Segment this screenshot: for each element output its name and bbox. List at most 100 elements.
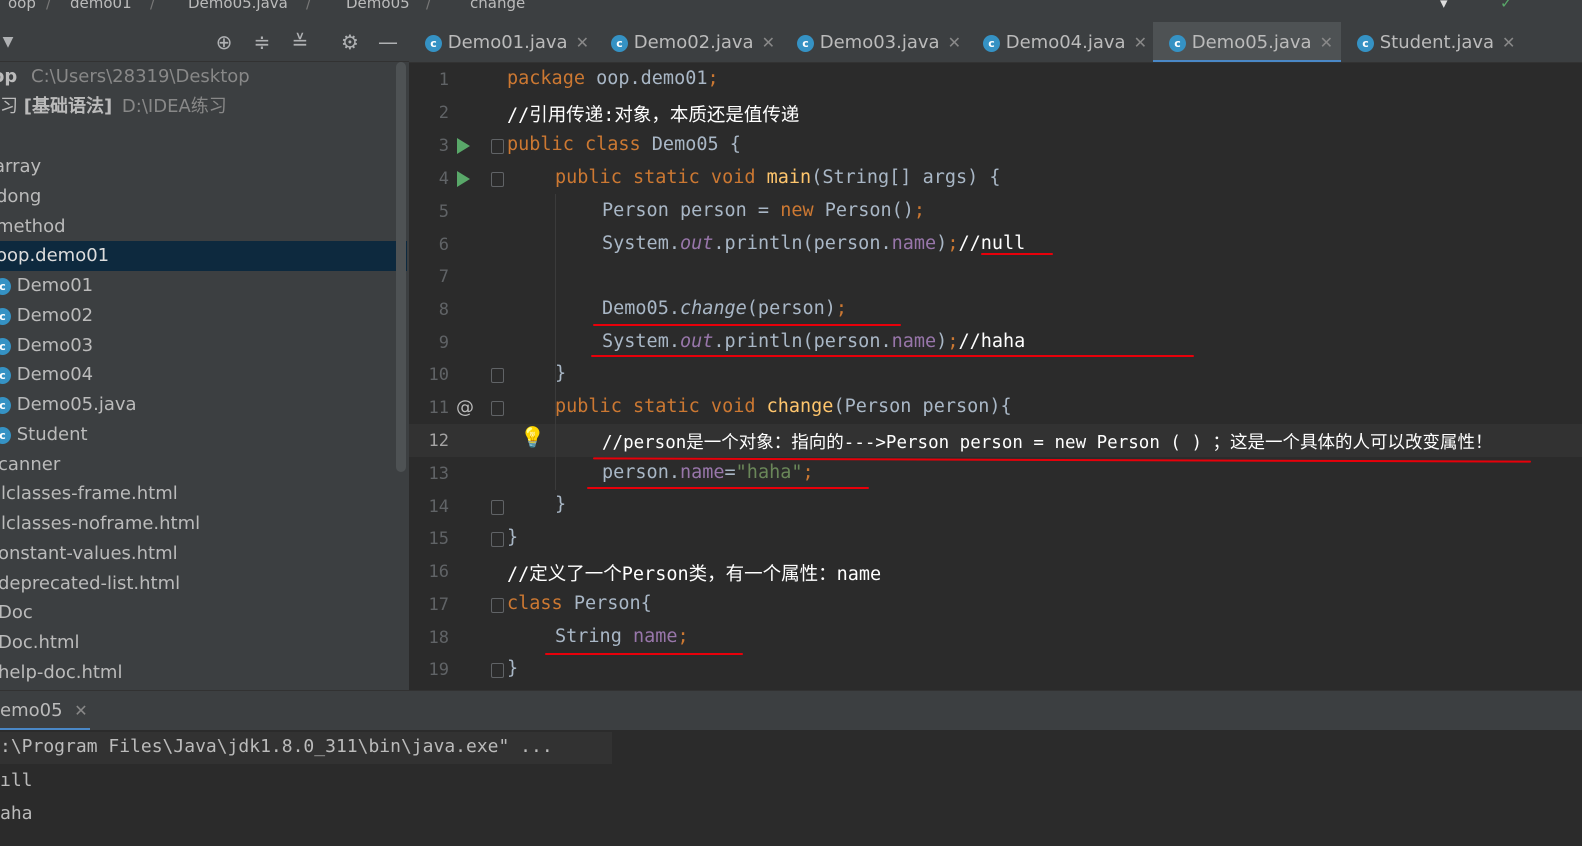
lightbulb-icon[interactable]: 💡 [520, 425, 545, 449]
tree-item-label: deprecated-list.html [0, 573, 181, 594]
minimize-icon[interactable]: — [376, 30, 400, 54]
tab-demo01[interactable]: c Demo01.java ✕ [409, 22, 595, 62]
chevron-down-icon[interactable]: ▼ [0, 30, 20, 54]
code-text: (String[] args) { [811, 167, 1001, 188]
code-text: ) [936, 233, 948, 254]
breadcrumb-item-class[interactable]: Demo05 [346, 0, 410, 12]
indent-guide [555, 424, 556, 490]
class-icon: c [797, 34, 814, 52]
tree-item[interactable]: array [0, 152, 407, 182]
run-icon[interactable] [457, 138, 470, 154]
tree-item[interactable]: help-doc.html [0, 658, 407, 688]
fold-icon[interactable] [491, 172, 504, 187]
build-icon[interactable]: ✓ [1500, 0, 1513, 12]
code-text: person. [602, 462, 680, 483]
run-panel-tabs: emo05 ✕ [0, 690, 1582, 731]
fold-icon[interactable] [491, 500, 504, 515]
tab-student[interactable]: c Student.java ✕ [1341, 22, 1527, 62]
line-number: 3 [438, 136, 449, 156]
code-line-6: System.out.println(person.name);//null [602, 233, 1025, 254]
close-icon[interactable]: ✕ [1320, 33, 1333, 52]
tree-item[interactable]: llclasses-noframe.html [0, 509, 407, 539]
keyword: public static void [555, 396, 756, 417]
tab-demo05[interactable]: c Demo05.java ✕ [1153, 22, 1341, 62]
fold-icon[interactable] [491, 598, 504, 613]
breadcrumb-item-method[interactable]: change [470, 0, 525, 12]
breadcrumb-item-file[interactable]: Demo05.java [188, 0, 288, 12]
fold-icon[interactable] [491, 368, 504, 383]
run-icon[interactable] [457, 171, 470, 187]
close-icon[interactable]: ✕ [948, 33, 961, 52]
tree-item[interactable]: canner [0, 450, 407, 480]
class-icon: c [1357, 34, 1374, 52]
close-icon[interactable]: ✕ [1134, 33, 1147, 52]
breadcrumb-item-demo01[interactable]: demo01 [70, 0, 132, 12]
locate-icon[interactable]: ⊕ [212, 30, 236, 54]
close-icon[interactable]: ✕ [762, 33, 775, 52]
tree-item-class[interactable]: c Demo05.java [0, 390, 407, 420]
tree-item-class[interactable]: c Demo04 [0, 360, 407, 390]
close-icon[interactable]: ✕ [576, 33, 589, 52]
tree-item[interactable]: llclasses-frame.html [0, 479, 407, 509]
field: name [891, 233, 937, 254]
project-panel: ▼ ⊕ ≑ ≚ ⚙ — op C:\Users\28319\Desktop 习 … [0, 22, 409, 690]
tree-item-label: Demo04 [16, 364, 94, 385]
class-icon: c [983, 34, 1000, 52]
tree-item[interactable]: deprecated-list.html [0, 569, 407, 599]
code-line-2-comment: //引用传递:对象，本质还是值传递 [507, 105, 800, 126]
tab-demo03[interactable]: c Demo03.java ✕ [781, 22, 967, 62]
keyword: class [507, 593, 563, 614]
override-marker-icon[interactable]: @ [456, 397, 474, 418]
line-number: 10 [428, 365, 449, 385]
keyword: public class [507, 134, 641, 155]
tree-item-label: Doc.html [0, 632, 80, 653]
tree-item[interactable]: onstant-values.html [0, 539, 407, 569]
fold-icon[interactable] [491, 663, 504, 678]
fold-icon[interactable] [491, 139, 504, 154]
tree-item-class[interactable]: c Student [0, 420, 407, 450]
gear-icon[interactable]: ⚙ [338, 30, 362, 54]
line-number: 17 [428, 595, 449, 615]
code-editor[interactable]: 1 2 3 4 5 6 7 8 9 10 11 12 13 14 15 16 1… [409, 63, 1582, 690]
tree-item-selected-package[interactable]: oop.demo01 [0, 241, 407, 271]
code-text: (person) [746, 298, 836, 319]
class-icon: c [0, 277, 11, 295]
tree-item[interactable]: dong [0, 182, 407, 212]
fold-icon[interactable] [491, 532, 504, 547]
fold-icon[interactable] [491, 401, 504, 416]
line-number: 7 [438, 267, 449, 287]
tree-item[interactable]: Doc.html [0, 628, 407, 658]
semicolon: ; [707, 68, 719, 89]
console-line: :\Program Files\Java\jdk1.8.0_311\bin\ja… [0, 736, 553, 757]
tree-item-module[interactable]: 习 [基础语法] D:\IDEA练习 [0, 92, 407, 122]
project-path: C:\Users\28319\Desktop [31, 66, 250, 87]
tree-item-project-root[interactable]: op C:\Users\28319\Desktop [0, 62, 407, 92]
code-line-14: } [555, 494, 567, 515]
tree-item-label: Demo05.java [16, 394, 137, 415]
breadcrumb-item-oop[interactable]: oop [8, 0, 36, 12]
tree-item[interactable]: method [0, 212, 407, 242]
annotation-underline [545, 653, 743, 655]
tree-item-class[interactable]: c Demo01 [0, 271, 407, 301]
tree-item-class[interactable]: c Demo03 [0, 331, 407, 361]
project-toolbar: ▼ ⊕ ≑ ≚ ⚙ — [0, 22, 409, 62]
run-console[interactable]: :\Program Files\Java\jdk1.8.0_311\bin\ja… [0, 730, 1582, 846]
expand-all-icon[interactable]: ≑ [250, 30, 274, 54]
close-icon[interactable]: ✕ [1502, 33, 1515, 52]
collapse-all-icon[interactable]: ≚ [288, 30, 312, 54]
tree-item[interactable]: Doc [0, 598, 407, 628]
code-line-15: } [507, 527, 519, 548]
tab-demo04[interactable]: c Demo04.java ✕ [967, 22, 1153, 62]
tree-item-class[interactable]: c Demo02 [0, 301, 407, 331]
user-icon[interactable]: ▾ [1440, 0, 1448, 12]
run-tab-demo05[interactable]: emo05 ✕ [0, 691, 88, 731]
field: name [891, 331, 937, 352]
project-name: op [0, 66, 18, 87]
breadcrumb-separator: / [306, 0, 312, 12]
tab-label: Demo01.java [447, 32, 568, 53]
tree-item-label: llclasses-noframe.html [0, 513, 201, 534]
line-number: 9 [438, 333, 449, 353]
project-scrollbar[interactable] [396, 62, 406, 472]
close-icon[interactable]: ✕ [74, 701, 87, 720]
tab-demo02[interactable]: c Demo02.java ✕ [595, 22, 781, 62]
